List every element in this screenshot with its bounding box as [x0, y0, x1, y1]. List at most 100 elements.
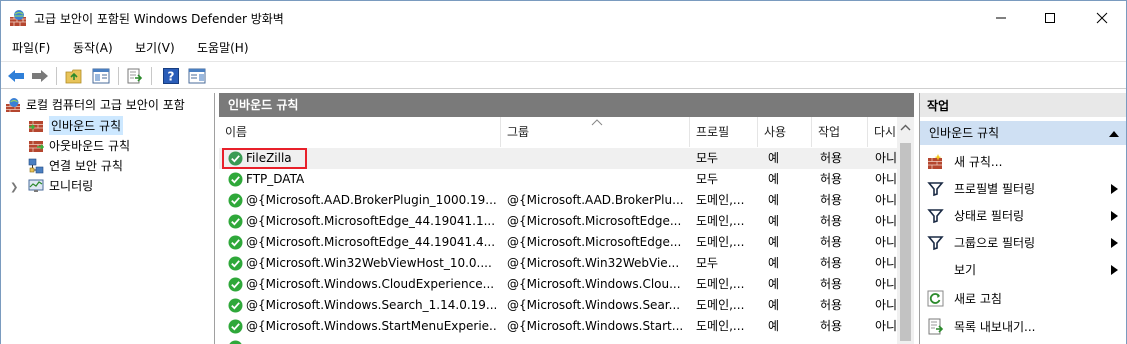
table-row[interactable]: @{Microsoft.AAD.BrokerPlugin_1000.19... … — [219, 190, 899, 211]
rule-action: 허용 — [820, 319, 843, 333]
table-row[interactable] — [219, 337, 899, 344]
submenu-arrow-icon — [1111, 264, 1118, 275]
menu-action[interactable]: 동작(A) — [73, 39, 113, 56]
table-row[interactable]: FTP_DATA 모두 예 허용 아니 — [219, 169, 899, 190]
filter-icon — [927, 236, 944, 251]
tree-item-monitoring[interactable]: 모니터링 — [28, 176, 93, 195]
menu-file[interactable]: 파일(F) — [12, 39, 50, 56]
refresh-icon — [927, 290, 944, 307]
rule-action: 허용 — [820, 193, 843, 207]
action-label: 보기 — [954, 263, 977, 277]
close-button[interactable] — [1079, 1, 1125, 35]
enabled-check-icon — [228, 298, 243, 313]
rule-name: @{Microsoft.AAD.BrokerPlugin_1000.19... — [246, 193, 496, 207]
title-bar: 고급 보안이 포함된 Windows Defender 방화벽 — [1, 1, 1126, 35]
rule-override: 아니 — [875, 151, 898, 165]
enabled-check-icon — [228, 277, 243, 292]
help-button[interactable]: ? — [161, 66, 181, 86]
outbound-rules-icon — [29, 140, 44, 152]
action-filter-by-group[interactable]: 그룹으로 필터링 — [920, 229, 1126, 256]
toolbar-separator — [56, 67, 57, 85]
column-header-name[interactable]: 이름 — [219, 117, 501, 147]
rule-profile: 도메인,... — [696, 319, 745, 333]
minimize-icon — [996, 17, 1006, 19]
inbound-rules-icon — [29, 120, 43, 132]
scroll-up-arrow-icon[interactable] — [897, 121, 914, 135]
minimize-button[interactable] — [978, 1, 1024, 35]
table-row[interactable]: FileZilla 모두 예 허용 아니 — [219, 148, 899, 169]
action-refresh[interactable]: 새로 고침 — [920, 285, 1126, 312]
rule-action: 허용 — [820, 256, 843, 270]
rule-name: @{Microsoft.Windows.StartMenuExperie... — [246, 319, 496, 333]
tree-item-inbound-rules[interactable]: 인바운드 규칙 — [28, 116, 124, 135]
tree-item-label: 연결 보안 규칙 — [49, 159, 123, 173]
show-hide-actions-button[interactable] — [187, 66, 207, 86]
expand-chevron-icon[interactable]: ❯ — [10, 182, 18, 193]
action-new-rule[interactable]: 새 규칙... — [920, 148, 1126, 175]
rule-name: @{Microsoft.Win32WebViewHost_10.0.... — [246, 256, 492, 270]
column-header-profile[interactable]: 프로필 — [690, 117, 758, 147]
table-row[interactable]: @{Microsoft.Windows.StartMenuExperie... … — [219, 316, 899, 337]
rule-action: 허용 — [820, 277, 843, 291]
panel-title: 인바운드 규칙 — [219, 93, 914, 117]
vertical-scrollbar[interactable] — [897, 117, 914, 344]
rule-name: @{Microsoft.Windows.CloudExperience... — [246, 277, 495, 291]
column-header-override[interactable]: 다시 — [868, 117, 898, 147]
action-filter-by-profile[interactable]: 프로필별 필터링 — [920, 175, 1126, 202]
tree-item-connection-security-rules[interactable]: 연결 보안 규칙 — [28, 156, 123, 175]
rule-override: 아니 — [875, 172, 898, 186]
rule-action: 허용 — [820, 172, 843, 186]
back-button[interactable] — [6, 66, 26, 86]
export-button[interactable] — [125, 66, 145, 86]
maximize-button[interactable] — [1027, 1, 1073, 35]
rule-enabled: 예 — [768, 319, 780, 333]
rule-name: @{Microsoft.MicrosoftEdge_44.19041.1.... — [246, 214, 496, 228]
rule-enabled: 예 — [768, 298, 780, 312]
up-folder-button[interactable] — [64, 66, 84, 86]
rule-action: 허용 — [820, 235, 843, 249]
maximize-icon — [1045, 13, 1055, 23]
action-label: 그룹으로 필터링 — [954, 236, 1036, 250]
rule-action: 허용 — [820, 298, 843, 312]
tree-item-label: 인바운드 규칙 — [49, 116, 124, 135]
rule-profile: 도메인,... — [696, 193, 745, 207]
tree-root-label: 로컬 컴퓨터의 고급 보안이 포함 — [26, 98, 185, 112]
firewall-icon — [6, 97, 20, 112]
rule-name: FileZilla — [246, 151, 292, 165]
rule-override: 아니 — [875, 256, 898, 270]
rule-group: @{Microsoft.Windows.Sear... — [507, 298, 681, 312]
tree-item-label: 모니터링 — [49, 179, 94, 193]
table-row[interactable]: @{Microsoft.MicrosoftEdge_44.19041.1....… — [219, 211, 899, 232]
table-row[interactable]: @{Microsoft.MicrosoftEdge_44.19041.4....… — [219, 232, 899, 253]
toolbar-separator — [118, 67, 119, 85]
menu-view[interactable]: 보기(V) — [135, 39, 175, 56]
scrollbar-thumb[interactable] — [900, 143, 911, 341]
action-label: 목록 내보내기... — [954, 320, 1036, 334]
table-row[interactable]: @{Microsoft.Windows.CloudExperience... @… — [219, 274, 899, 295]
action-label: 새로 고침 — [954, 292, 1002, 306]
enabled-check-icon — [228, 172, 243, 187]
actions-section-inbound-rules[interactable]: 인바운드 규칙 — [920, 121, 1126, 145]
rule-group: @{Microsoft.AAD.BrokerPlu... — [507, 193, 684, 207]
console-tree: 로컬 컴퓨터의 고급 보안이 포함 인바운드 규칙 아웃바운드 규칙 연결 보안… — [1, 93, 215, 344]
table-row[interactable]: @{Microsoft.Win32WebViewHost_10.0.... @{… — [219, 253, 899, 274]
action-view[interactable]: 보기 — [920, 256, 1126, 283]
table-row[interactable]: @{Microsoft.Windows.Search_1.14.0.19... … — [219, 295, 899, 316]
filter-icon — [927, 209, 944, 224]
column-header-enabled[interactable]: 사용 — [758, 117, 812, 147]
enabled-check-icon — [228, 319, 243, 334]
action-filter-by-state[interactable]: 상태로 필터링 — [920, 202, 1126, 229]
rule-enabled: 예 — [768, 277, 780, 291]
menu-help[interactable]: 도움말(H) — [197, 39, 249, 56]
forward-button[interactable] — [30, 66, 50, 86]
forward-arrow-icon — [32, 70, 48, 82]
column-header-action[interactable]: 작업 — [812, 117, 868, 147]
show-hide-tree-button[interactable] — [91, 66, 111, 86]
tree-item-outbound-rules[interactable]: 아웃바운드 규칙 — [28, 136, 130, 155]
action-export-list[interactable]: 목록 내보내기... — [920, 313, 1126, 340]
toolbar: ? — [1, 61, 1126, 89]
export-list-icon — [127, 68, 143, 84]
rule-override: 아니 — [875, 235, 898, 249]
tree-root[interactable]: 로컬 컴퓨터의 고급 보안이 포함 — [5, 95, 185, 114]
filter-icon — [927, 182, 944, 197]
